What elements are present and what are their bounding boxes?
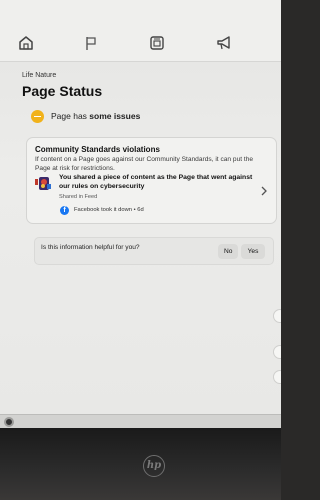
- side-control-button[interactable]: [273, 370, 281, 384]
- warning-dot-icon: [31, 109, 44, 123]
- side-control-button[interactable]: [273, 345, 281, 359]
- status-emphasis: some issues: [89, 111, 141, 121]
- status-prefix: Page has: [51, 111, 90, 121]
- breadcrumb[interactable]: Life Nature: [22, 72, 56, 79]
- flag-icon[interactable]: [82, 34, 100, 52]
- violations-title: Community Standards violations: [35, 145, 160, 154]
- no-button[interactable]: No: [218, 244, 239, 259]
- megaphone-icon[interactable]: [215, 34, 233, 52]
- violation-item-subtext: Shared in Feed: [59, 194, 98, 200]
- violations-description: If content on a Page goes against our Co…: [35, 156, 254, 172]
- violation-item-text[interactable]: You shared a piece of content as the Pag…: [59, 174, 259, 191]
- chevron-right-icon[interactable]: [260, 183, 268, 196]
- side-control-button[interactable]: [273, 309, 281, 323]
- home-icon[interactable]: [17, 34, 35, 52]
- hp-logo: hp: [143, 455, 165, 477]
- violation-action-text: Facebook took it down • 6d: [74, 207, 144, 213]
- feedback-box: Is this information helpful for you? No …: [34, 237, 274, 265]
- monitor-screen: Life Nature Page Status Page has some is…: [0, 0, 281, 428]
- taskbar: [0, 414, 281, 428]
- monitor-bezel: [0, 428, 281, 500]
- violation-action-row: f Facebook took it down • 6d: [60, 205, 144, 215]
- yes-button[interactable]: Yes: [241, 244, 265, 259]
- community-standards-card: Community Standards violations If conten…: [26, 137, 277, 224]
- status-text: Page has some issues: [51, 111, 140, 121]
- page-status-row: Page has some issues: [31, 108, 140, 124]
- feedback-question: Is this information helpful for you?: [41, 244, 140, 251]
- facebook-logo-icon: f: [60, 205, 69, 215]
- page-title: Page Status: [22, 83, 103, 99]
- top-navigation-bar: [0, 0, 281, 62]
- content-thumbnail: [35, 176, 53, 192]
- marketplace-icon[interactable]: [148, 34, 166, 52]
- start-button-icon[interactable]: [4, 417, 14, 427]
